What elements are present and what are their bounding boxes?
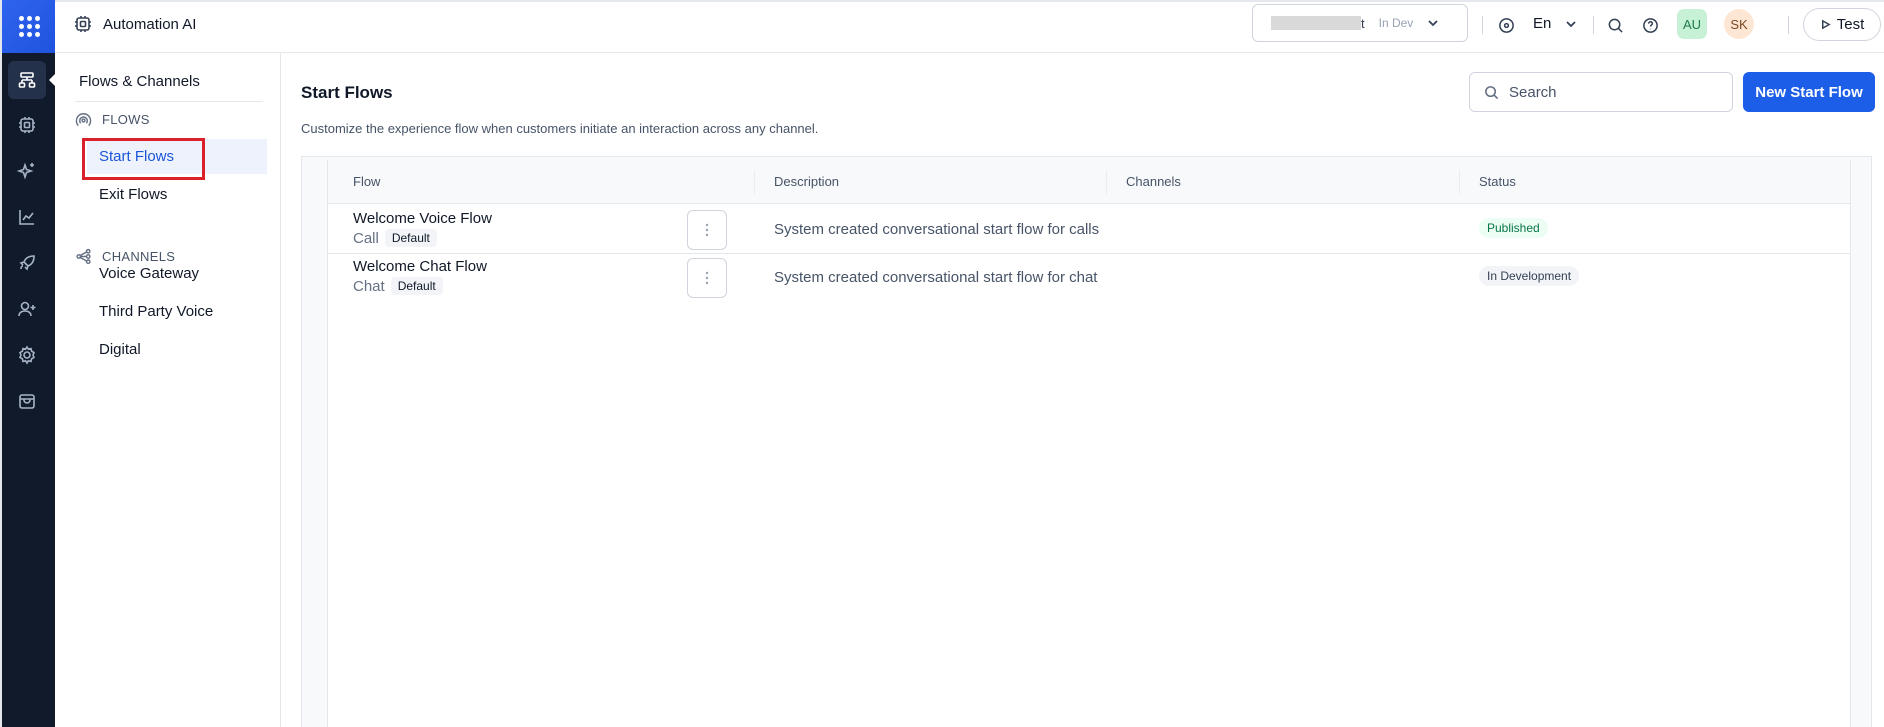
- broadcast-icon: [75, 113, 92, 127]
- table-row[interactable]: Welcome Chat Flow Chat Default System cr…: [328, 254, 1850, 298]
- user-add-icon[interactable]: [8, 290, 46, 328]
- nav-item-digital[interactable]: Digital: [87, 332, 267, 367]
- table-row[interactable]: Welcome Voice Flow Call Default System c…: [328, 204, 1850, 254]
- new-start-flow-button[interactable]: New Start Flow: [1743, 72, 1875, 112]
- bot-chip-icon[interactable]: [8, 106, 46, 144]
- row-more-button[interactable]: [687, 210, 727, 250]
- table-container: Flow Description Channels Status Welcome…: [301, 156, 1872, 727]
- more-vertical-icon: [705, 271, 709, 285]
- column-separator: [1106, 170, 1107, 194]
- flows-icon[interactable]: [8, 61, 46, 99]
- flow-meta: Chat Default: [353, 277, 443, 295]
- target-icon[interactable]: [1495, 14, 1517, 36]
- flows-section-heading: FLOWS: [75, 111, 150, 128]
- nav-item-third-party-voice[interactable]: Third Party Voice: [87, 294, 267, 329]
- language-select[interactable]: En: [1533, 15, 1577, 32]
- app-grid-icon[interactable]: [2, 0, 57, 53]
- app-name: Automation AI: [103, 15, 197, 33]
- store-icon[interactable]: [8, 382, 46, 420]
- divider: [1482, 16, 1483, 34]
- icon-rail: [0, 0, 57, 727]
- search-box[interactable]: [1469, 72, 1733, 112]
- column-separator: [1459, 170, 1460, 194]
- settings-icon[interactable]: [8, 336, 46, 374]
- column-header-flow: Flow: [353, 174, 381, 189]
- column-header-description: Description: [774, 174, 840, 189]
- flows-heading-label: FLOWS: [102, 112, 150, 127]
- flow-name[interactable]: Welcome Voice Flow: [353, 210, 492, 227]
- test-button-label: Test: [1836, 16, 1865, 33]
- chevron-down-icon: [1428, 20, 1438, 27]
- test-button[interactable]: Test: [1803, 8, 1881, 41]
- nav-item-start-flows[interactable]: Start Flows: [87, 139, 267, 174]
- flow-type: Chat: [353, 277, 385, 295]
- avatar[interactable]: SK: [1724, 9, 1754, 39]
- flows-channels-nav: Flows & Channels FLOWS Start Flows Exit …: [55, 53, 281, 727]
- table-header: Flow Description Channels Status: [328, 160, 1850, 204]
- avatar[interactable]: AU: [1677, 9, 1707, 39]
- page-subtitle: Customize the experience flow when custo…: [301, 121, 819, 136]
- divider: [75, 101, 263, 102]
- default-badge: Default: [390, 277, 443, 295]
- default-badge: Default: [384, 229, 437, 247]
- environment-select[interactable]: t In Dev: [1252, 4, 1468, 42]
- page-title: Start Flows: [301, 83, 393, 102]
- environment-name-suffix: t: [1361, 15, 1365, 31]
- flow-name[interactable]: Welcome Chat Flow: [353, 258, 487, 275]
- nav-item-voice-gateway[interactable]: Voice Gateway: [87, 256, 267, 291]
- search-input[interactable]: [1509, 83, 1709, 101]
- language-label: En: [1533, 15, 1552, 32]
- search-icon[interactable]: [1604, 14, 1626, 36]
- chip-icon: [75, 16, 91, 32]
- environment-name-redacted: [1271, 16, 1361, 30]
- divider: [1788, 16, 1789, 34]
- subnav-title: Flows & Channels: [79, 73, 200, 90]
- flow-type: Call: [353, 229, 379, 247]
- chevron-down-icon: [1566, 20, 1576, 27]
- status-badge: In Development: [1479, 266, 1580, 286]
- rocket-icon[interactable]: [8, 244, 46, 282]
- play-icon: [1821, 19, 1831, 30]
- analytics-icon[interactable]: [8, 198, 46, 236]
- environment-tag: In Dev: [1378, 16, 1414, 30]
- divider: [1593, 16, 1594, 34]
- search-icon: [1485, 85, 1499, 99]
- app-brand: Automation AI: [73, 14, 196, 34]
- flow-meta: Call Default: [353, 229, 437, 247]
- status-badge: Published: [1479, 218, 1548, 238]
- column-header-channels: Channels: [1126, 174, 1181, 189]
- top-bar: Automation AI t In Dev En AU SK Test: [55, 0, 1884, 53]
- row-more-button[interactable]: [687, 258, 727, 298]
- more-vertical-icon: [705, 223, 709, 237]
- flow-description: System created conversational start flow…: [774, 221, 1100, 238]
- column-separator: [754, 170, 755, 194]
- flow-description: System created conversational start flow…: [774, 269, 1098, 286]
- flows-table: Flow Description Channels Status Welcome…: [327, 160, 1851, 727]
- help-icon[interactable]: [1639, 14, 1661, 36]
- column-header-status: Status: [1479, 174, 1516, 189]
- sparkle-icon[interactable]: [8, 152, 46, 190]
- main-content: Start Flows Customize the experience flo…: [281, 53, 1884, 727]
- nav-item-exit-flows[interactable]: Exit Flows: [87, 177, 267, 212]
